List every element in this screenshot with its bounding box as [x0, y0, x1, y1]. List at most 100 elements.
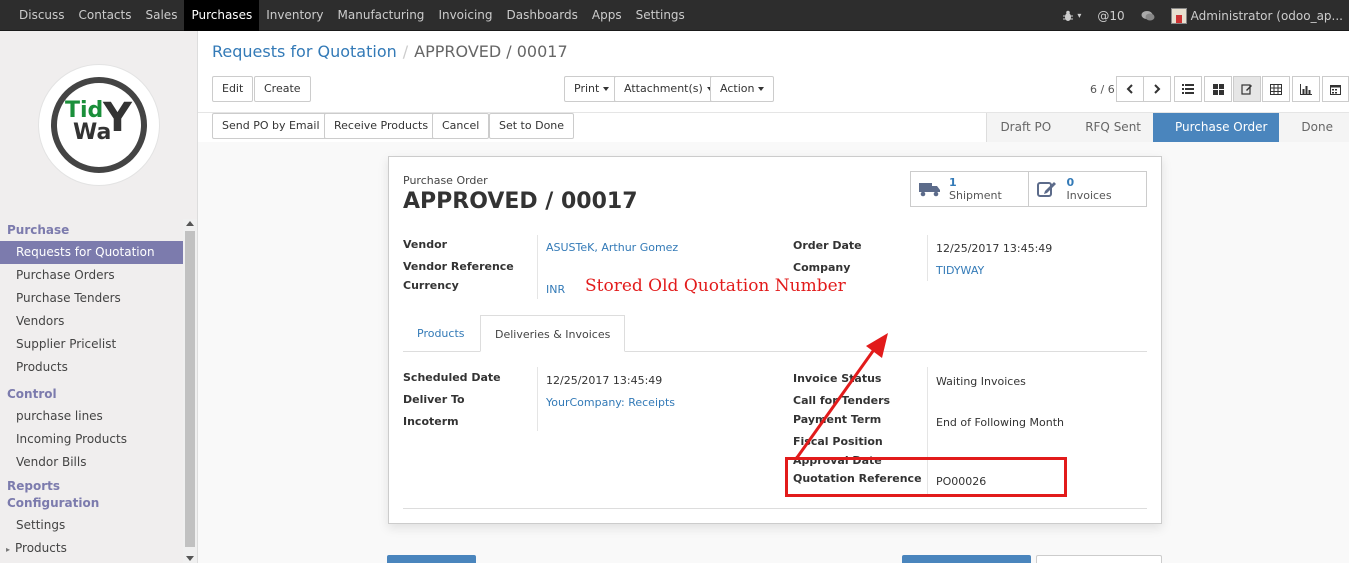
attachments-dropdown[interactable]: Attachment(s)	[614, 76, 723, 102]
shipment-count: 1	[949, 176, 957, 189]
breadcrumb: Requests for Quotation / APPROVED / 00017	[212, 42, 568, 61]
breadcrumb-parent[interactable]: Requests for Quotation	[212, 42, 397, 61]
create-button[interactable]: Create	[254, 76, 311, 102]
sidebar-item-settings[interactable]: Settings	[0, 514, 183, 537]
menu-invoicing[interactable]: Invoicing	[431, 0, 499, 31]
incoterm-label: Incoterm	[403, 415, 459, 428]
pager-value[interactable]: 6 / 6	[1090, 83, 1115, 96]
fiscal-position-label: Fiscal Position	[793, 435, 883, 448]
bottom-primary-button-right[interactable]	[902, 555, 1031, 563]
cancel-button[interactable]: Cancel	[432, 113, 490, 139]
user-name: Administrator (odoo_ap...	[1190, 8, 1343, 23]
list-view-icon[interactable]	[1174, 76, 1202, 102]
mentions-counter[interactable]: @10	[1089, 9, 1132, 23]
deliver-to-label: Deliver To	[403, 393, 465, 406]
vendor-label: Vendor	[403, 238, 448, 251]
notebook-tabs: Products Deliveries & Invoices	[403, 315, 1147, 352]
sidebar-item-vendors[interactable]: Vendors	[0, 310, 183, 333]
breadcrumb-current: APPROVED / 00017	[414, 42, 568, 61]
debug-bug-icon[interactable]: ▾	[1054, 10, 1089, 22]
order-date-label: Order Date	[793, 239, 862, 252]
stage-done[interactable]: Done	[1279, 113, 1349, 142]
top-navbar: Discuss Contacts Sales Purchases Invento…	[0, 0, 1349, 31]
menu-manufacturing[interactable]: Manufacturing	[331, 0, 432, 31]
form-view-icon[interactable]	[1233, 76, 1261, 102]
deliver-to-value[interactable]: YourCompany: Receipts	[546, 396, 675, 409]
scroll-thumb[interactable]	[185, 231, 195, 547]
section-header-reports[interactable]: Reports	[0, 478, 183, 495]
menu-apps[interactable]: Apps	[585, 0, 629, 31]
avatar	[1170, 7, 1187, 24]
menu-purchases[interactable]: Purchases	[184, 0, 260, 31]
shipment-label: Shipment	[949, 189, 1002, 202]
order-date-value: 12/25/2017 13:45:49	[936, 242, 1053, 255]
vendor-value[interactable]: ASUSTeK, Arthur Gomez	[546, 241, 678, 254]
company-label: Company	[793, 261, 851, 274]
call-for-tenders-label: Call for Tenders	[793, 394, 891, 407]
sidebar-item-requests-for-quotation[interactable]: Requests for Quotation	[0, 241, 183, 264]
sidebar-item-vendor-bills[interactable]: Vendor Bills	[0, 451, 183, 474]
tab-deliveries-invoices[interactable]: Deliveries & Invoices	[480, 315, 626, 352]
annotation-text: Stored Old Quotation Number	[585, 276, 846, 296]
side-menu: Purchase Requests for Quotation Purchase…	[0, 219, 183, 560]
grid-view-icon[interactable]	[1262, 76, 1290, 102]
sidebar: Tid Wa Y Purchase Requests for Quotation…	[0, 31, 198, 563]
action-dropdown[interactable]: Action	[710, 76, 775, 102]
print-dropdown[interactable]: Print	[564, 76, 620, 102]
stage-draft-po[interactable]: Draft PO	[986, 113, 1064, 142]
payment-term-label: Payment Term	[793, 413, 882, 426]
scheduled-date-value: 12/25/2017 13:45:49	[546, 374, 663, 387]
sidebar-item-config-products[interactable]: ▸ Products	[0, 537, 183, 560]
sidebar-item-products[interactable]: Products	[0, 356, 183, 379]
scroll-up-icon[interactable]	[186, 221, 194, 226]
bottom-primary-button-left[interactable]	[387, 555, 476, 563]
stage-purchase-order[interactable]: Purchase Order	[1153, 113, 1280, 142]
menu-contacts[interactable]: Contacts	[72, 0, 139, 31]
status-bar: Send PO by Email Receive Products Cancel…	[198, 112, 1349, 142]
section-header-configuration: Configuration	[7, 496, 100, 510]
section-header-control: Control	[7, 387, 57, 401]
send-po-by-email-button[interactable]: Send PO by Email	[212, 113, 330, 139]
menu-dashboards[interactable]: Dashboards	[500, 0, 585, 31]
kanban-view-icon[interactable]	[1204, 76, 1232, 102]
tab-products[interactable]: Products	[403, 315, 479, 352]
user-menu[interactable]: Administrator (odoo_ap...	[1163, 7, 1349, 24]
sidebar-item-supplier-pricelist[interactable]: Supplier Pricelist	[0, 333, 183, 356]
scheduled-date-label: Scheduled Date	[403, 371, 501, 384]
control-panel: Requests for Quotation / APPROVED / 00017 …	[198, 31, 1349, 142]
invoices-label: Invoices	[1066, 189, 1112, 202]
calendar-view-icon[interactable]	[1322, 76, 1349, 102]
sidebar-item-purchase-lines[interactable]: purchase lines	[0, 405, 183, 428]
edit-icon	[1036, 182, 1056, 197]
sidebar-item-incoming-products[interactable]: Incoming Products	[0, 428, 183, 451]
set-to-done-button[interactable]: Set to Done	[489, 113, 575, 139]
sidebar-item-purchase-tenders[interactable]: Purchase Tenders	[0, 287, 183, 310]
graph-view-icon[interactable]	[1292, 76, 1320, 102]
edit-button[interactable]: Edit	[212, 76, 254, 102]
currency-value[interactable]: INR	[546, 283, 565, 296]
menu-discuss[interactable]: Discuss	[12, 0, 72, 31]
chat-icon[interactable]	[1133, 10, 1163, 22]
pager-previous-button[interactable]	[1116, 76, 1144, 102]
menu-settings[interactable]: Settings	[629, 0, 692, 31]
shipment-smart-button[interactable]: 1 Shipment	[911, 172, 1029, 206]
scroll-down-icon[interactable]	[186, 556, 194, 561]
pager-next-button[interactable]	[1143, 76, 1171, 102]
sidebar-scrollbar[interactable]	[183, 219, 197, 563]
form-subtitle: Purchase Order	[403, 174, 488, 187]
smart-buttons: 1 Shipment 0 Invoices	[910, 171, 1147, 207]
invoice-status-value: Waiting Invoices	[936, 375, 1026, 388]
receive-products-button[interactable]: Receive Products	[324, 113, 439, 139]
stage-rfq-sent[interactable]: RFQ Sent	[1063, 113, 1153, 142]
menu-sales[interactable]: Sales	[139, 0, 185, 31]
currency-label: Currency	[403, 279, 459, 292]
truck-icon	[919, 183, 940, 197]
invoices-smart-button[interactable]: 0 Invoices	[1029, 172, 1147, 206]
bottom-secondary-button[interactable]	[1036, 555, 1162, 563]
sidebar-item-purchase-orders[interactable]: Purchase Orders	[0, 264, 183, 287]
company-value[interactable]: TIDYWAY	[936, 264, 984, 277]
menu-inventory[interactable]: Inventory	[259, 0, 330, 31]
invoice-status-label: Invoice Status	[793, 372, 882, 385]
invoices-count: 0	[1066, 176, 1075, 189]
main-content: Requests for Quotation / APPROVED / 00017 …	[198, 31, 1349, 563]
